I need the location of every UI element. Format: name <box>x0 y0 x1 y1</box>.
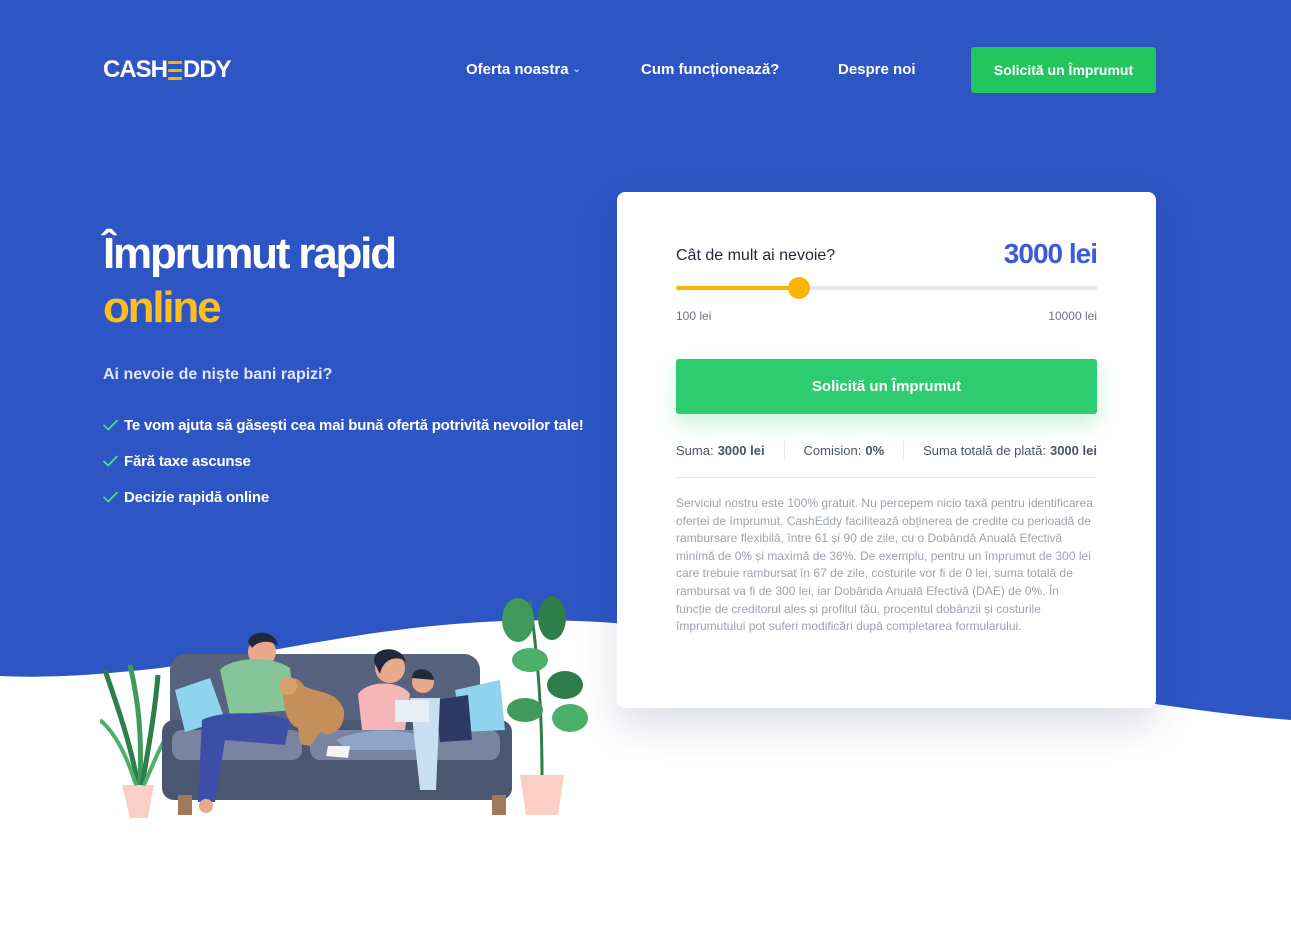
summary-value: 3000 lei <box>1049 442 1097 458</box>
summary-value: 0% <box>865 442 885 458</box>
slider-max-label: 10000 lei <box>1048 309 1097 323</box>
summary-label: Comision: <box>803 442 862 458</box>
summary-divider <box>783 441 785 459</box>
slider-fill <box>676 286 800 290</box>
amount-slider[interactable] <box>676 277 1097 299</box>
loan-disclaimer: Serviciul nostru este 100% gratuit. Nu p… <box>676 496 1093 634</box>
nav-item-cum-functioneaza[interactable]: Cum funcționează? <box>641 61 779 78</box>
card-divider <box>676 477 1097 478</box>
feature-text: Te vom ajuta să găsești cea mai bună ofe… <box>124 416 584 434</box>
summary-label: Suma: <box>676 442 714 458</box>
summary-commission: Comision: 0% <box>804 443 885 458</box>
slider-min-label: 100 lei <box>676 309 712 323</box>
feature-text: Fără taxe ascunse <box>124 452 251 470</box>
hero-subtitle: Ai nevoie de niște bani rapizi? <box>103 366 333 383</box>
summary-value: 3000 lei <box>717 442 765 458</box>
check-icon <box>103 491 118 503</box>
slider-handle[interactable] <box>788 277 811 299</box>
header-apply-button[interactable]: Solicită un Împrumut <box>971 47 1156 93</box>
hero-title-highlight: online <box>103 283 222 332</box>
loan-calculator-card: Cât de mult ai nevoie? 3000 lei 100 lei … <box>617 192 1156 708</box>
summary-label: Suma totală de plată: <box>923 442 1046 458</box>
summary-total: Suma totală de plată: 3000 lei <box>923 443 1097 458</box>
chevron-down-icon: ⌄ <box>572 64 581 75</box>
summary-divider <box>903 441 905 459</box>
check-icon <box>103 419 118 431</box>
right-plant-icon <box>502 596 588 815</box>
check-icon <box>103 455 118 467</box>
hero-title: Împrumut rapid <box>103 229 397 278</box>
feature-text: Decizie rapidă online <box>124 488 270 506</box>
loan-summary: Suma: 3000 lei Comision: 0% Suma totală de… <box>676 440 1097 460</box>
nav-item-label: Oferta noastra <box>466 61 569 78</box>
feature-list: Te vom ajuta să găsești cea mai bună ofe… <box>103 414 584 522</box>
family-sofa-illustration <box>100 596 588 818</box>
main-nav: Oferta noastra ⌄ Cum funcționează? Despre… <box>0 47 1291 93</box>
feature-item: Fără taxe ascunse <box>103 450 584 472</box>
feature-item: Te vom ajuta să găsești cea mai bună ofe… <box>103 414 584 436</box>
amount-question: Cât de mult ai nevoie? <box>676 247 836 264</box>
feature-item: Decizie rapidă online <box>103 486 584 508</box>
summary-amount: Suma: 3000 lei <box>676 443 765 458</box>
apply-loan-button[interactable]: Solicită un Împrumut <box>676 359 1097 414</box>
selected-amount: 3000 lei <box>1003 238 1098 269</box>
nav-item-despre-noi[interactable]: Despre noi <box>838 61 916 78</box>
nav-item-oferta[interactable]: Oferta noastra ⌄ <box>466 61 581 78</box>
